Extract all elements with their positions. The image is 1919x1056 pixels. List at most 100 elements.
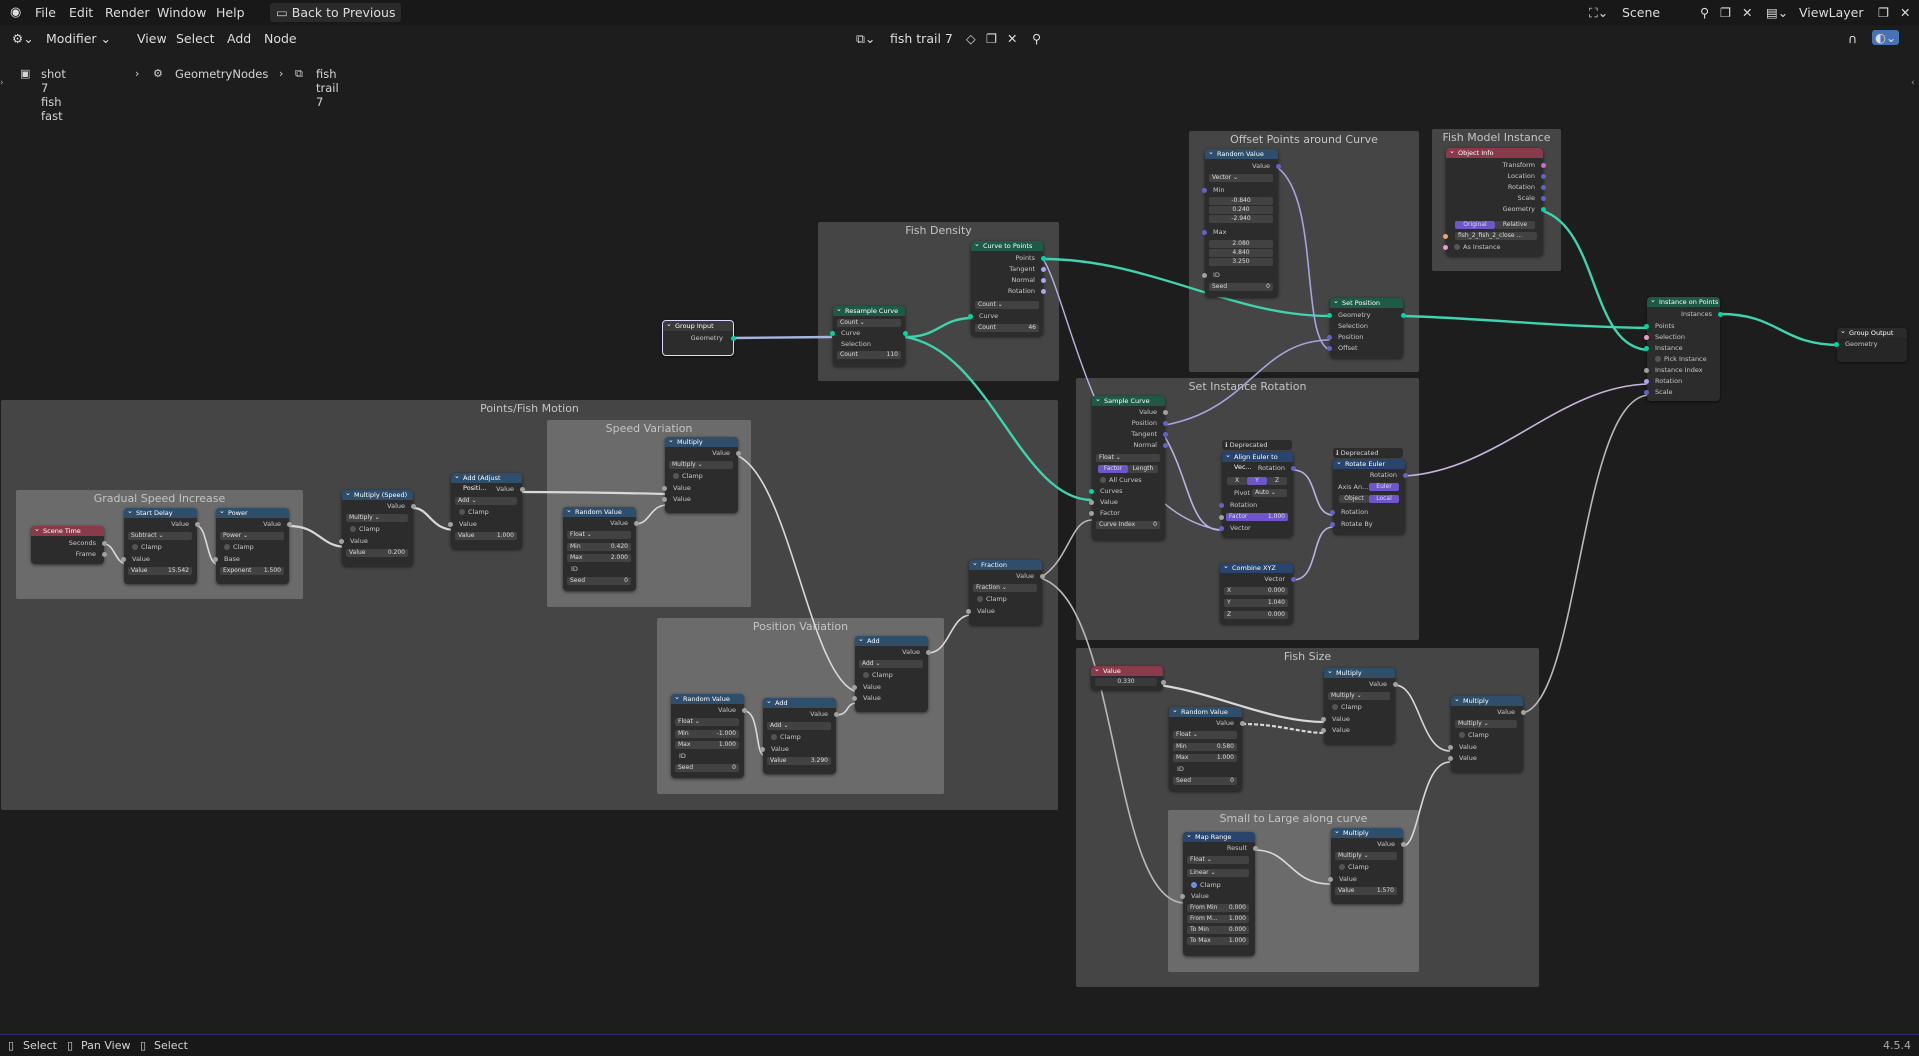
value-field[interactable]: Value 15.542 — [128, 567, 192, 575]
node-resample-curve[interactable]: Resample Curve Count ⌄ Curve Selection C… — [830, 304, 908, 366]
seconds-socket[interactable] — [102, 541, 107, 546]
max-z-field[interactable]: 3.250 — [1209, 258, 1273, 266]
type-select[interactable]: Float ⌄ — [1187, 856, 1249, 864]
object-toggle[interactable]: Object — [1339, 495, 1369, 503]
rotation-socket[interactable] — [1644, 379, 1649, 384]
object-field[interactable]: fish_2_fish_2_close ... — [1455, 232, 1537, 240]
close-layer-icon[interactable]: ✕ — [1900, 5, 1910, 20]
close-scene-icon[interactable]: ✕ — [1742, 5, 1752, 20]
seed-field[interactable]: Seed 0 — [567, 577, 631, 585]
pin-tree-icon[interactable]: ⚲ — [1032, 31, 1041, 46]
operation-select[interactable]: Add ⌄ — [767, 722, 831, 730]
points-socket[interactable] — [1644, 324, 1649, 329]
node-start-delay[interactable]: Start Delay Value Subtract ⌄ Clamp Value… — [121, 506, 200, 584]
view-layer-name[interactable]: ViewLayer — [1799, 5, 1864, 20]
value-in-socket[interactable] — [852, 685, 857, 690]
type-select[interactable]: Float ⌄ — [675, 718, 739, 726]
menu-window[interactable]: Window — [157, 5, 206, 20]
max-x-field[interactable]: 2.080 — [1209, 240, 1273, 248]
type-select[interactable]: Float ⌄ — [567, 531, 631, 539]
overlay-icon[interactable]: ◐⌄ — [1872, 30, 1900, 45]
curve-out-socket[interactable] — [903, 331, 908, 336]
mode-select[interactable]: Count ⌄ — [837, 319, 901, 327]
node-size-multiply-2[interactable]: Multiply Value Multiply ⌄ Clamp Value Va… — [1448, 694, 1526, 772]
clamp-toggle[interactable]: Clamp — [350, 525, 380, 534]
local-toggle[interactable]: Local — [1369, 495, 1399, 503]
rotate-by-socket[interactable] — [1330, 522, 1335, 527]
clamp-toggle[interactable]: Clamp — [1459, 731, 1489, 740]
factor-socket[interactable] — [1089, 511, 1094, 516]
value-in-socket[interactable] — [121, 557, 126, 562]
to-min-field[interactable]: To Min 0.000 — [1187, 926, 1249, 934]
value-out-socket[interactable] — [742, 708, 747, 713]
clamp-toggle[interactable]: Clamp — [459, 508, 489, 517]
node-random-speed[interactable]: Random Value Value Float ⌄ Min 0.420 Max… — [563, 505, 639, 591]
object-socket[interactable] — [1443, 234, 1448, 239]
index-socket[interactable] — [1644, 368, 1649, 373]
min-z-field[interactable]: -2.940 — [1209, 215, 1273, 223]
position-socket[interactable] — [1327, 335, 1332, 340]
value-in2-socket[interactable] — [662, 497, 667, 502]
curve-socket[interactable] — [830, 331, 835, 336]
menu-add[interactable]: Add — [227, 31, 251, 46]
operation-select[interactable]: Power ⌄ — [220, 532, 284, 540]
normal-socket[interactable] — [1163, 443, 1168, 448]
scene-icon[interactable]: ⛶⌄ — [1589, 5, 1608, 21]
fake-user-icon[interactable]: ◇ — [966, 31, 976, 46]
rotation-in-socket[interactable] — [1330, 510, 1335, 515]
pivot-select[interactable]: Auto ⌄ — [1252, 489, 1287, 497]
value-in-socket[interactable] — [448, 522, 453, 527]
value-out-socket[interactable] — [1401, 842, 1406, 847]
node-group-output[interactable]: Group Output Geometry — [1834, 326, 1907, 362]
unlink-icon[interactable]: ✕ — [1007, 31, 1017, 46]
pick-instance-toggle[interactable]: Pick Instance — [1655, 355, 1707, 364]
pin-icon[interactable]: ⚲ — [1700, 5, 1709, 20]
node-instance-on-points[interactable]: Instance on Points Instances Points Sele… — [1644, 295, 1723, 401]
type-select[interactable]: Float ⌄ — [1096, 454, 1160, 462]
as-instance-socket[interactable] — [1443, 245, 1448, 250]
operation-select[interactable]: Add ⌄ — [455, 497, 517, 505]
location-socket[interactable] — [1541, 174, 1546, 179]
operation-select[interactable]: Multiply ⌄ — [1328, 692, 1390, 700]
tangent-socket[interactable] — [1163, 432, 1168, 437]
node-power[interactable]: Power Value Power ⌄ Clamp Base Exponent … — [213, 506, 292, 584]
node-combine-xyz[interactable]: Combine XYZ Vector X 0.000 Y 1.040 Z 0.0… — [1220, 561, 1296, 624]
tangent-socket[interactable] — [1041, 267, 1046, 272]
breadcrumb-modifier[interactable]: GeometryNodes — [175, 67, 268, 81]
duplicate-icon[interactable]: ❐ — [986, 31, 997, 46]
node-random-position[interactable]: Random Value Value Float ⌄ Min -1.000 Ma… — [671, 692, 747, 778]
value-socket[interactable] — [1276, 164, 1281, 169]
node-sample-curve[interactable]: Sample Curve Value Position Tangent Norm… — [1089, 394, 1168, 540]
min-x-field[interactable]: -0.840 — [1209, 197, 1273, 205]
value-in-socket[interactable] — [662, 486, 667, 491]
clamp-toggle[interactable]: Clamp — [1191, 881, 1221, 890]
euler-toggle[interactable]: Euler — [1369, 483, 1399, 491]
operation-select[interactable]: Multiply ⌄ — [1455, 720, 1517, 728]
curves-socket[interactable] — [1089, 489, 1094, 494]
value-out-socket[interactable] — [1240, 721, 1245, 726]
clamp-toggle[interactable]: Clamp — [863, 671, 893, 680]
clamp-toggle[interactable]: Clamp — [771, 733, 801, 742]
node-add-position[interactable]: Add Value Add ⌄ Clamp Value Value 3.290 — [760, 696, 839, 774]
menu-file[interactable]: File — [35, 5, 56, 20]
axis-angle-toggle[interactable]: Axis An... — [1338, 483, 1368, 492]
node-group-input[interactable]: Group Input Geometry — [662, 319, 736, 356]
all-curves-toggle[interactable]: All Curves — [1100, 476, 1142, 485]
scene-name[interactable]: Scene — [1622, 5, 1660, 20]
value-out-socket[interactable] — [1161, 680, 1166, 685]
axis-y-toggle[interactable]: Y — [1247, 477, 1267, 485]
value-in-socket[interactable] — [1448, 745, 1453, 750]
operation-select[interactable]: Add ⌄ — [859, 660, 923, 668]
node-multiply-speed[interactable]: Multiply (Speed) Value Multiply ⌄ Clamp … — [339, 488, 416, 566]
value-out-socket[interactable] — [520, 487, 525, 492]
value-in-socket[interactable] — [1089, 500, 1094, 505]
max-socket[interactable] — [1202, 230, 1207, 235]
value-in-socket[interactable] — [966, 609, 971, 614]
interpolation-select[interactable]: Linear ⌄ — [1187, 869, 1249, 877]
to-max-field[interactable]: To Max 1.000 — [1187, 937, 1249, 945]
node-fraction[interactable]: Fraction Value Fraction ⌄ Clamp Value — [966, 558, 1045, 625]
rotation-socket[interactable] — [1041, 289, 1046, 294]
normal-socket[interactable] — [1041, 278, 1046, 283]
operation-select[interactable]: Multiply ⌄ — [346, 514, 408, 522]
menu-help[interactable]: Help — [216, 5, 245, 20]
